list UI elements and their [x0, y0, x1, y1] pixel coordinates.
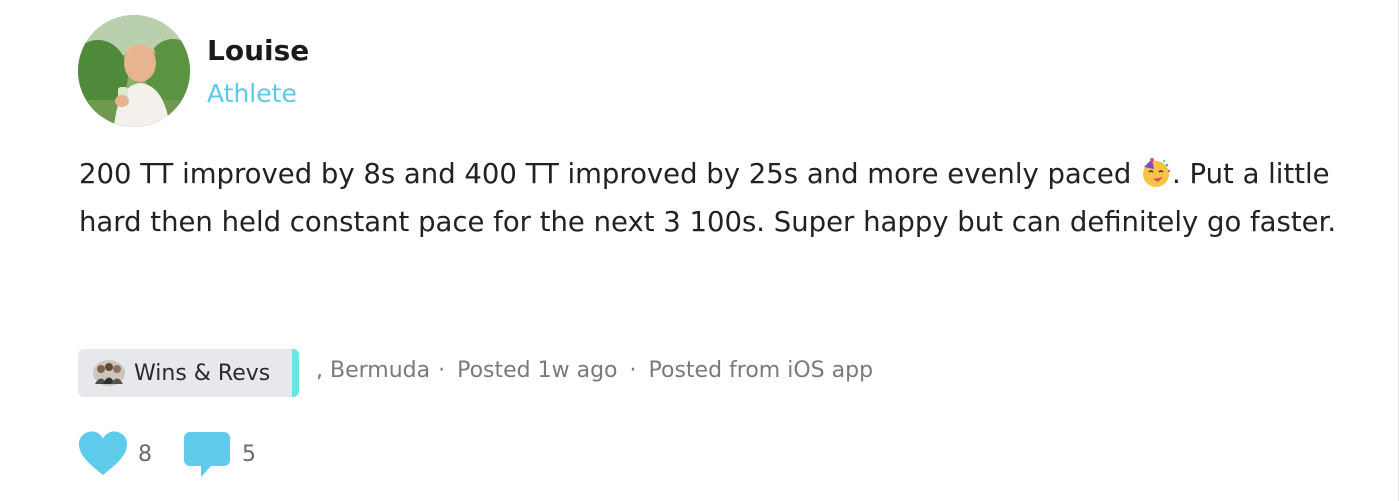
post-source: Posted from iOS app	[648, 358, 874, 383]
comment-button[interactable]	[183, 431, 231, 479]
comment-count: 5	[242, 442, 256, 467]
meta-separator: ·	[438, 358, 446, 383]
like-button[interactable]	[78, 431, 128, 477]
post-text-part1: 200 TT improved by 8s and 400 TT improve…	[79, 158, 1141, 190]
post-meta: , Bermuda · Posted 1w ago · Posted from iOS …	[316, 356, 873, 386]
post-body: 200 TT improved by 8s and 400 TT improve…	[79, 150, 1339, 246]
tag-label: Wins & Revs	[134, 360, 271, 386]
author-name[interactable]: Louise	[207, 32, 309, 70]
post-time: Posted 1w ago	[457, 358, 618, 383]
comment-bubble-icon	[184, 432, 230, 477]
tag-chip-wins-revs[interactable]: Wins & Revs	[78, 349, 299, 397]
heart-icon	[79, 431, 127, 475]
like-count: 8	[138, 442, 152, 467]
author-avatar[interactable]	[78, 15, 190, 127]
meta-separator: ·	[629, 358, 637, 383]
avatar-photo	[78, 15, 190, 127]
partying-face-emoji-icon	[1140, 156, 1172, 188]
author-role: Athlete	[207, 79, 297, 108]
tag-accent-bar	[292, 349, 299, 397]
post-location: , Bermuda	[316, 358, 431, 383]
group-photo-icon	[92, 358, 126, 388]
